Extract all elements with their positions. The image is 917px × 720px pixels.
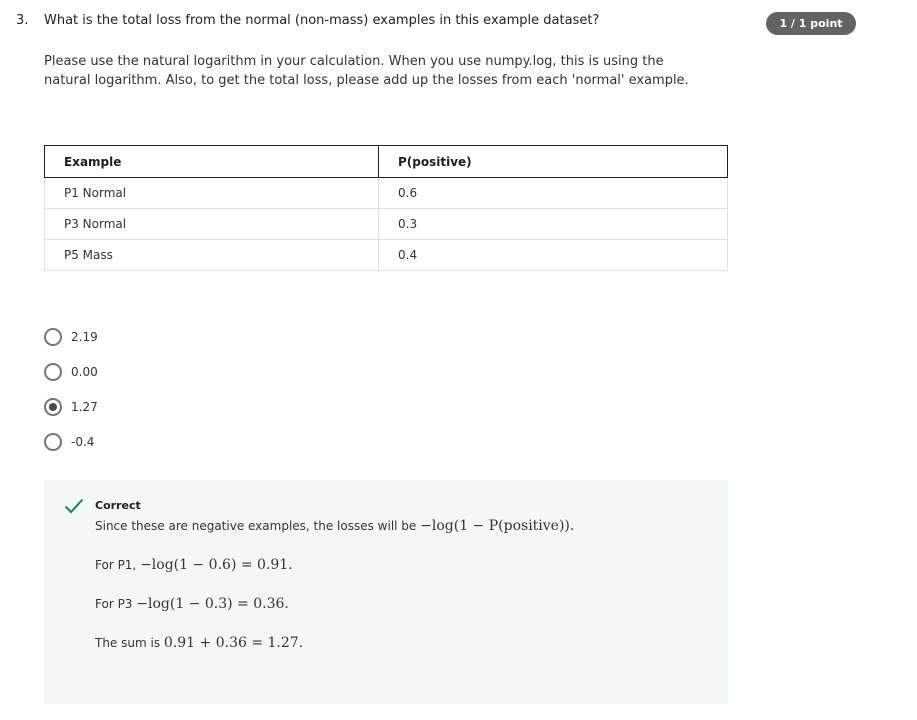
feedback-intro-text: Since these are negative examples, the l… [95, 519, 417, 533]
table-cell-probability: 0.6 [378, 177, 728, 209]
answer-option-label: 1.27 [71, 400, 98, 414]
feedback-p1-formula: −log(1 − 0.6) = 0.91. [140, 557, 293, 573]
answer-option[interactable]: -0.4 [44, 432, 98, 452]
answer-option[interactable]: 2.19 [44, 327, 98, 347]
table-cell-example: P3 Normal [44, 208, 379, 240]
answer-options: 2.19 0.00 1.27 -0.4 [44, 327, 98, 467]
table-cell-example: P5 Mass [44, 239, 379, 271]
table-cell-probability: 0.4 [378, 239, 728, 271]
feedback-panel: Correct Since these are negative example… [44, 480, 728, 704]
radio-button[interactable] [44, 398, 62, 416]
points-badge: 1 / 1 point [766, 12, 856, 35]
feedback-p3-formula: −log(1 − 0.3) = 0.36. [136, 596, 289, 612]
answer-option-label: -0.4 [71, 435, 95, 449]
answer-option-label: 2.19 [71, 330, 98, 344]
table-header-row: Example P(positive) [44, 145, 728, 178]
answer-option-label: 0.00 [71, 365, 98, 379]
question-number: 3. [16, 13, 29, 28]
column-header-p-positive: P(positive) [378, 145, 728, 178]
quiz-page: 3. What is the total loss from the norma… [0, 0, 917, 720]
radio-button[interactable] [44, 328, 62, 346]
feedback-p3-line: For P3 −log(1 − 0.3) = 0.36. [95, 596, 289, 612]
feedback-intro-formula: −log(1 − P(positive)). [420, 518, 575, 534]
table-cell-example: P1 Normal [44, 177, 379, 209]
table-row: P5 Mass 0.4 [44, 239, 728, 271]
feedback-sum-line: The sum is 0.91 + 0.36 = 1.27. [95, 635, 303, 651]
table-row: P3 Normal 0.3 [44, 208, 728, 240]
feedback-intro-line: Since these are negative examples, the l… [95, 518, 574, 534]
feedback-status: Correct [95, 499, 141, 512]
feedback-p3-label: For P3 [95, 597, 133, 611]
feedback-p1-line: For P1, −log(1 − 0.6) = 0.91. [95, 557, 293, 573]
checkmark-icon [64, 498, 84, 514]
example-table: Example P(positive) P1 Normal 0.6 P3 Nor… [44, 145, 728, 271]
radio-button[interactable] [44, 433, 62, 451]
feedback-sum-formula: 0.91 + 0.36 = 1.27. [163, 635, 304, 651]
question-instructions: Please use the natural logarithm in your… [44, 54, 689, 88]
table-row: P1 Normal 0.6 [44, 177, 728, 209]
answer-option[interactable]: 1.27 [44, 397, 98, 417]
answer-option[interactable]: 0.00 [44, 362, 98, 382]
radio-button[interactable] [44, 363, 62, 381]
question-text: What is the total loss from the normal (… [44, 13, 600, 28]
feedback-sum-label: The sum is [95, 636, 161, 650]
feedback-p1-label: For P1, [95, 558, 137, 572]
table-cell-probability: 0.3 [378, 208, 728, 240]
column-header-example: Example [44, 145, 379, 178]
